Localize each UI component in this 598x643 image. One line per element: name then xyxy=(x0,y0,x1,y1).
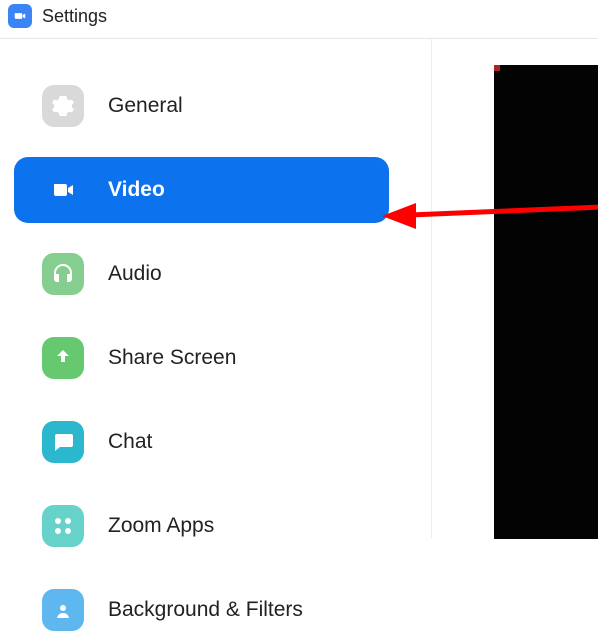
sidebar-item-share-screen[interactable]: Share Screen xyxy=(14,325,389,391)
gear-icon xyxy=(42,85,84,127)
headphones-icon xyxy=(42,253,84,295)
apps-icon xyxy=(42,505,84,547)
share-screen-icon xyxy=(42,337,84,379)
video-preview-panel xyxy=(494,65,598,539)
sidebar-item-label: Share Screen xyxy=(108,346,236,370)
settings-sidebar: General Video Audio Share Screen xyxy=(0,39,432,538)
zoom-app-icon xyxy=(8,4,32,28)
settings-title: Settings xyxy=(42,6,107,27)
sidebar-item-label: Zoom Apps xyxy=(108,514,214,538)
sidebar-item-chat[interactable]: Chat xyxy=(14,409,389,475)
chat-bubble-icon xyxy=(42,421,84,463)
sidebar-item-video[interactable]: Video xyxy=(14,157,389,223)
sidebar-item-general[interactable]: General xyxy=(14,73,389,139)
sidebar-item-label: General xyxy=(108,94,183,118)
sidebar-item-label: Audio xyxy=(108,262,162,286)
sidebar-item-label: Background & Filters xyxy=(108,598,303,622)
sidebar-item-audio[interactable]: Audio xyxy=(14,241,389,307)
video-camera-icon xyxy=(42,169,84,211)
person-background-icon xyxy=(42,589,84,631)
sidebar-item-label: Chat xyxy=(108,430,152,454)
sidebar-item-label: Video xyxy=(108,178,165,202)
sidebar-item-background-filters[interactable]: Background & Filters xyxy=(14,577,389,643)
window-header: Settings xyxy=(0,0,598,39)
sidebar-item-zoom-apps[interactable]: Zoom Apps xyxy=(14,493,389,559)
